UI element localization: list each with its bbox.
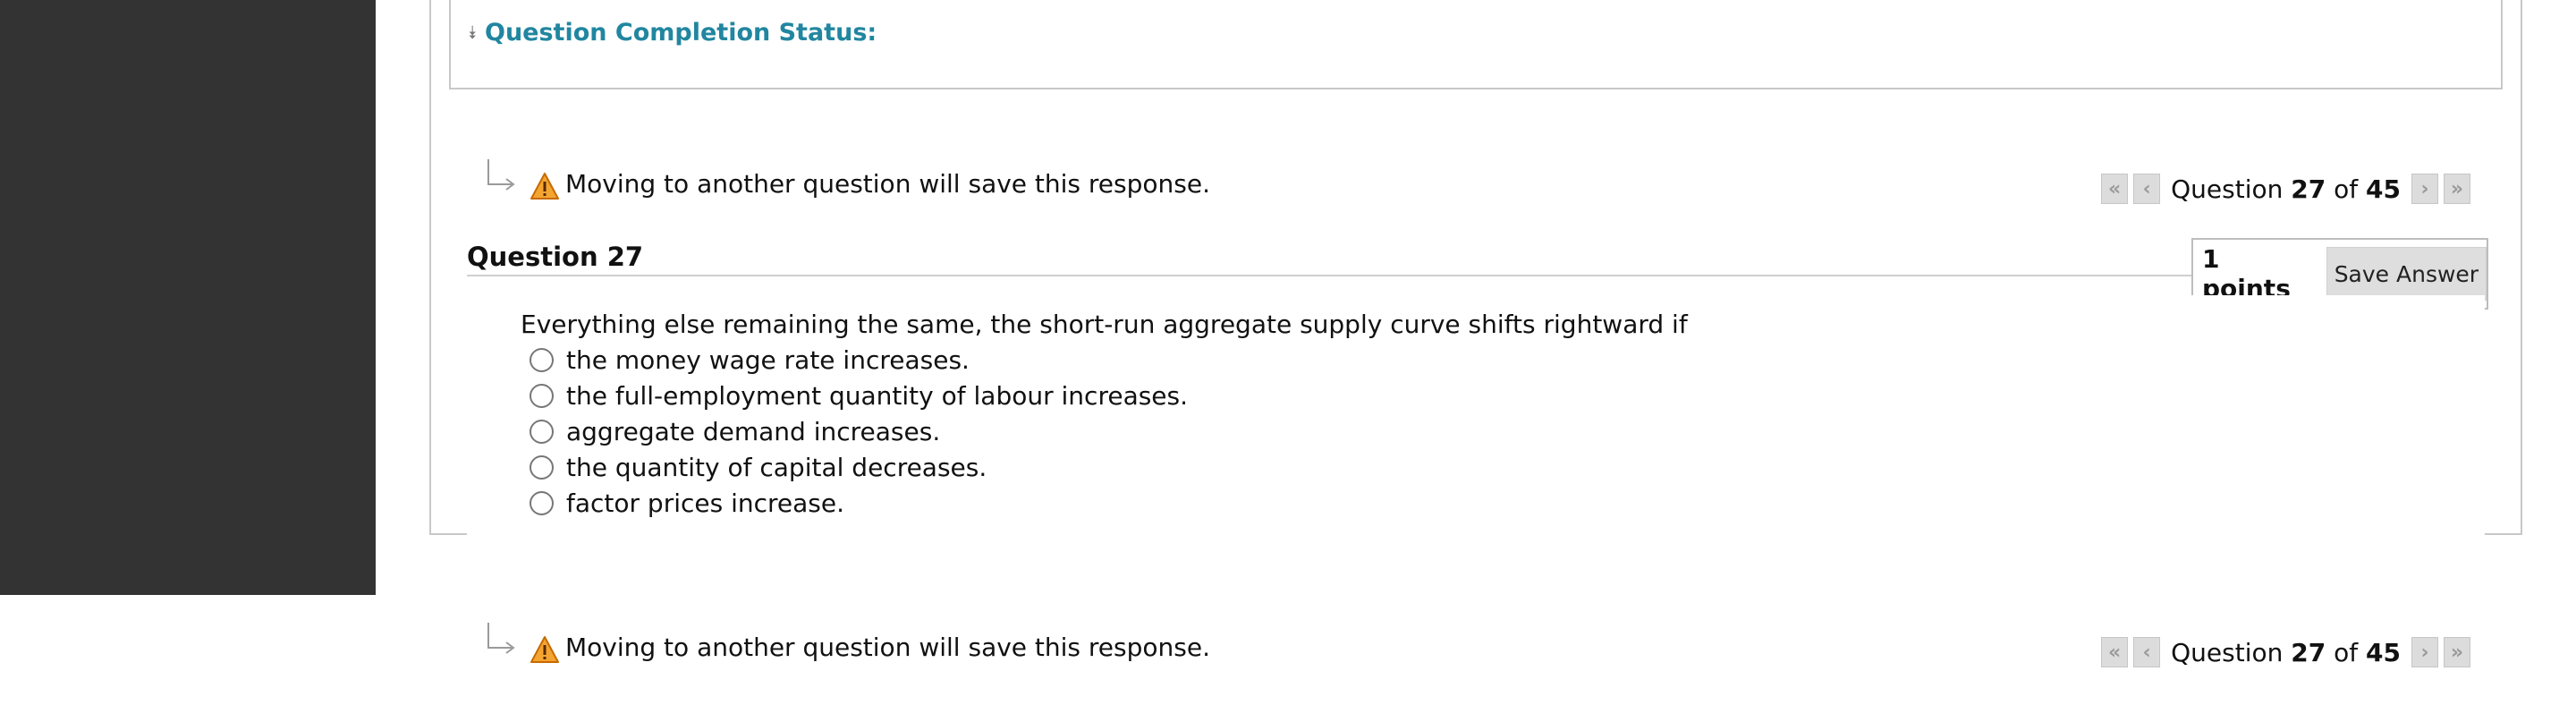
completion-status-toggle[interactable]: ⯯ Question Completion Status: [467,14,877,50]
warning-icon [530,173,559,200]
question-counter: Question 27 of 45 [2171,637,2401,667]
radio-button[interactable] [530,490,554,515]
answer-option[interactable]: the full-employment quantity of labour i… [530,378,1188,413]
bent-arrow-icon [487,159,515,191]
previous-question-button[interactable]: ‹ [2133,174,2161,204]
last-question-button[interactable]: » [2444,637,2470,667]
first-question-button[interactable]: « [2101,174,2129,204]
question-title: Question 27 [467,242,644,272]
question-nav-top: Moving to another question will save thi… [467,157,2470,215]
answer-option-text: aggregate demand increases. [566,416,941,446]
answer-option[interactable]: factor prices increase. [530,485,1188,521]
answer-option-text: the quantity of capital decreases. [566,452,987,482]
question-prompt: Everything else remaining the same, the … [521,310,1688,339]
question-pager: « ‹ Question 27 of 45 › » [2101,637,2470,667]
question-counter: Question 27 of 45 [2171,174,2401,204]
answer-option-text: factor prices increase. [566,488,845,518]
question-divider [467,275,2193,276]
previous-question-button[interactable]: ‹ [2133,637,2161,667]
next-question-button[interactable]: › [2411,174,2438,204]
save-warning-text: Moving to another question will save thi… [565,633,1210,662]
radio-button[interactable] [530,347,554,372]
answer-option-text: the money wage rate increases. [566,344,970,375]
answer-options: the money wage rate increases. the full-… [530,342,1188,521]
question-pager: « ‹ Question 27 of 45 › » [2101,174,2470,204]
last-question-button[interactable]: » [2444,174,2470,204]
left-sidebar [0,0,376,595]
question-nav-bottom: Moving to another question will save thi… [467,621,2470,678]
radio-button[interactable] [530,383,554,408]
answer-option-text: the full-employment quantity of labour i… [566,380,1189,411]
bent-arrow-icon [487,623,515,654]
answer-option[interactable]: the money wage rate increases. [530,342,1188,378]
first-question-button[interactable]: « [2101,637,2129,667]
answer-option[interactable]: the quantity of capital decreases. [530,449,1188,485]
save-answer-button[interactable]: Save Answer [2326,247,2487,301]
warning-icon [530,636,559,663]
radio-button[interactable] [530,419,554,444]
radio-button[interactable] [530,454,554,480]
double-chevron-down-icon: ⯯ [467,21,478,43]
answer-option[interactable]: aggregate demand increases. [530,413,1188,449]
question-body: Everything else remaining the same, the … [467,295,2485,595]
next-question-button[interactable]: › [2411,637,2438,667]
save-warning-text: Moving to another question will save thi… [565,169,1210,199]
completion-status-label: Question Completion Status: [485,18,877,47]
